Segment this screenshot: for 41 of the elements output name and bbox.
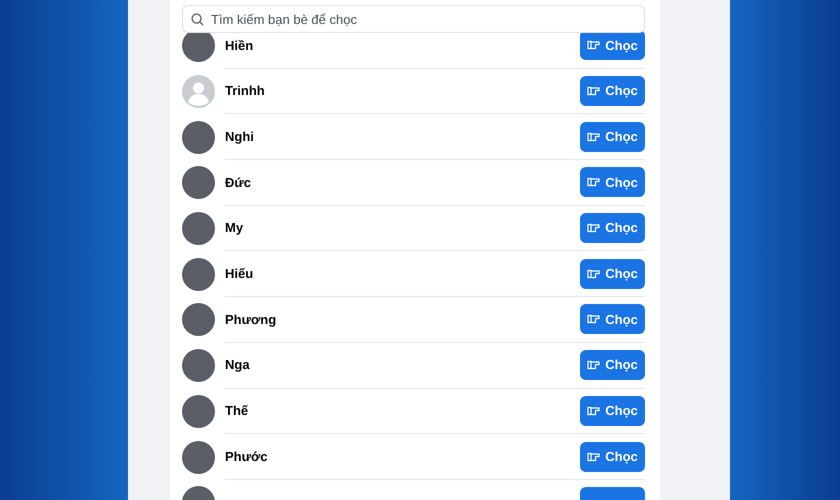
poke-hand-icon — [587, 86, 600, 96]
poke-button[interactable]: Chọc — [580, 76, 645, 106]
avatar-photo-placeholder — [182, 120, 215, 154]
poke-hand-icon — [587, 177, 600, 188]
poke-button[interactable]: Chọc — [580, 442, 645, 472]
poke-button[interactable]: Chọc — [580, 122, 645, 152]
poke-hand-icon — [587, 40, 600, 50]
poke-hand-icon — [587, 314, 600, 324]
friend-name[interactable]: Nga — [225, 355, 250, 375]
friend-name[interactable]: Nghi — [225, 126, 254, 146]
search-field[interactable]: Tìm kiếm bạn bè để chọc — [182, 5, 645, 33]
avatar-photo-placeholder — [182, 440, 215, 474]
friend-name[interactable]: Hiếu — [225, 264, 254, 284]
friend-name[interactable]: Đức — [225, 172, 252, 192]
default-avatar-icon — [182, 75, 215, 108]
avatar-photo-placeholder — [182, 303, 215, 336]
avatar-photo-placeholder — [182, 349, 215, 382]
friend-name[interactable]: Trinhh — [225, 81, 265, 101]
poke-hand-icon — [587, 268, 600, 279]
poke-button[interactable]: Chọc — [580, 396, 645, 426]
poke-hand-icon — [587, 406, 600, 416]
poke-hand-icon — [587, 452, 600, 462]
poke-button[interactable]: Chọc — [580, 304, 645, 334]
poke-hand-icon — [587, 360, 600, 370]
friend-name[interactable]: Phước — [225, 446, 268, 466]
avatar-photo-placeholder — [182, 212, 215, 246]
poke-button[interactable]: Chọc — [580, 213, 645, 244]
avatar-photo-placeholder — [182, 258, 215, 291]
avatar-photo-placeholder — [182, 166, 215, 200]
poke-button[interactable]: Chọc — [580, 167, 645, 198]
friend-name[interactable]: Thế — [225, 401, 248, 421]
avatar-photo-placeholder — [182, 394, 215, 428]
poke-button[interactable]: Chọc — [580, 258, 645, 289]
poke-hand-icon — [587, 223, 600, 234]
poke-button[interactable]: Chọc — [580, 350, 645, 380]
friend-name[interactable]: Phương — [225, 310, 276, 330]
friend-name[interactable]: Hiền — [225, 36, 254, 56]
poke-hand-icon — [587, 132, 600, 142]
friend-name[interactable]: My — [225, 218, 244, 238]
poke-button[interactable]: Chọc — [580, 30, 645, 60]
search-icon — [191, 13, 204, 26]
